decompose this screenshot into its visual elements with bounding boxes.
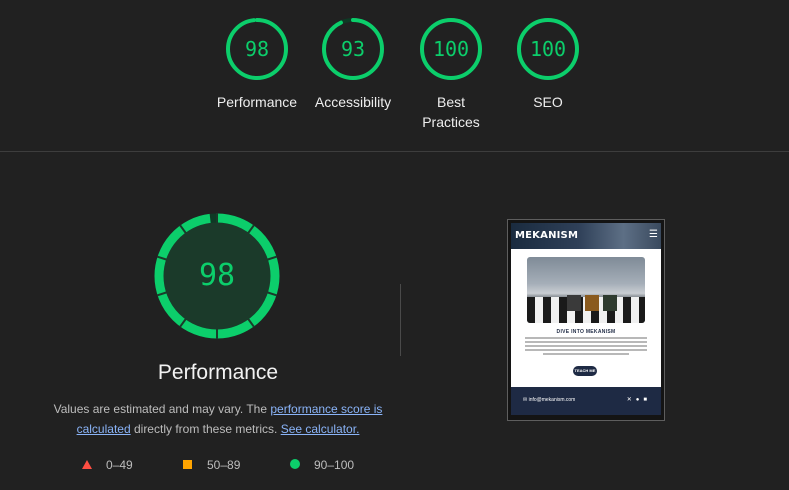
final-screenshot[interactable]: MEKANISM ☰ DIVE INTO MEKANISM TEACH ME ✉…	[507, 219, 665, 421]
gauge-label: Accessibility	[314, 94, 392, 110]
gauge-ring: 100	[516, 17, 580, 81]
divider	[400, 284, 401, 356]
performance-gauge: 98	[152, 211, 282, 341]
gauge-seo[interactable]: 100 SEO	[493, 17, 603, 112]
square-icon	[183, 460, 192, 469]
gauge-score: 93	[340, 37, 366, 61]
x-icon: ✕	[626, 397, 636, 403]
hero-image	[527, 257, 645, 323]
gauge-ring: 93	[321, 17, 385, 81]
machine-block	[585, 295, 599, 311]
description-text: Values are estimated and may vary. The	[53, 402, 271, 416]
footer-social-icons: ✕●■	[627, 396, 651, 403]
gauge-score: 98	[244, 37, 270, 61]
gauge-accessibility[interactable]: 93 Accessibility	[298, 17, 408, 112]
site-header: MEKANISM ☰	[511, 223, 661, 249]
site-heading: DIVE INTO MEKANISM	[556, 329, 616, 335]
gauge-label: Best Practices	[422, 94, 480, 130]
description-text: directly from these metrics.	[130, 422, 281, 436]
machine-block	[603, 295, 617, 311]
site-logo: MEKANISM	[515, 230, 579, 241]
gauge-label: Performance	[216, 94, 298, 110]
site-paragraph	[525, 337, 647, 357]
teach-me-button: TEACH ME	[573, 366, 597, 376]
triangle-icon	[82, 460, 92, 469]
footer-email: ✉ info@mekanism.com	[523, 397, 576, 403]
category-gauges: 98 Performance 93 Accessibility 100 Best…	[0, 0, 789, 152]
legend-range: 90–100	[314, 458, 355, 472]
legend-range: 0–49	[106, 458, 133, 472]
gauge-ring: 100	[419, 17, 483, 81]
see-calculator-link[interactable]: See calculator.	[281, 422, 360, 436]
hamburger-icon: ☰	[649, 229, 658, 240]
performance-title: Performance	[157, 361, 279, 384]
gauge-best-practices[interactable]: 100 Best Practices	[396, 17, 506, 132]
legend-range: 50–89	[207, 458, 241, 472]
performance-score: 98	[198, 258, 236, 293]
gauge-label: SEO	[533, 94, 563, 110]
linkedin-icon: ■	[643, 397, 651, 403]
gauge-score: 100	[432, 37, 470, 61]
circle-icon	[290, 459, 300, 469]
gauge-performance[interactable]: 98 Performance	[202, 17, 312, 112]
machine-block	[567, 295, 581, 311]
performance-description: Values are estimated and may vary. The p…	[48, 399, 388, 439]
gauge-score: 100	[529, 37, 567, 61]
footer-email-text: info@mekanism.com	[528, 397, 576, 403]
gauge-ring: 98	[225, 17, 289, 81]
site-footer: ✉ info@mekanism.com ✕●■	[511, 387, 661, 415]
site-body: DIVE INTO MEKANISM TEACH ME	[511, 249, 661, 403]
